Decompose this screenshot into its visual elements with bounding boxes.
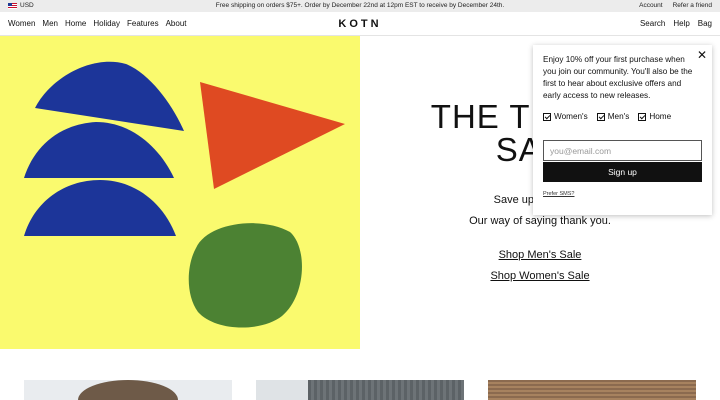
green-blob — [188, 223, 302, 328]
product-thumbnails — [0, 380, 720, 400]
product-image-2[interactable] — [256, 380, 464, 400]
popup-message: Enjoy 10% off your first purchase when y… — [543, 55, 693, 100]
blue-half-circle-top — [35, 61, 184, 132]
interest-checkboxes: Women's Men's Home — [543, 112, 671, 121]
blue-half-circle-middle — [24, 122, 174, 178]
product-image-3[interactable] — [488, 380, 696, 400]
shipping-promo: Free shipping on orders $75+. Order by D… — [215, 2, 505, 9]
checkbox-label: Women's — [554, 112, 588, 121]
bag-link[interactable]: Bag — [698, 12, 712, 36]
checkbox-checked-icon[interactable] — [638, 112, 647, 121]
refer-friend-link[interactable]: Refer a friend — [673, 0, 712, 12]
help-link[interactable]: Help — [673, 12, 689, 36]
account-link[interactable]: Account — [639, 0, 663, 12]
checkbox-home[interactable]: Home — [638, 112, 671, 121]
checkbox-checked-icon[interactable] — [596, 112, 605, 121]
email-input[interactable] — [543, 140, 702, 161]
orange-triangle — [200, 82, 345, 189]
checkbox-label: Men's — [607, 112, 630, 121]
shop-womens-sale-link[interactable]: Shop Women's Sale — [360, 270, 720, 282]
blue-half-circle-bottom — [24, 180, 176, 236]
close-icon[interactable]: ✕ — [697, 49, 707, 61]
hero-tagline: Our way of saying thank you. — [469, 215, 611, 227]
checkbox-mens[interactable]: Men's — [596, 112, 630, 121]
checkbox-womens[interactable]: Women's — [543, 112, 588, 121]
hero-illustration — [0, 36, 360, 349]
announcement-bar: USD Free shipping on orders $75+. Order … — [0, 0, 720, 12]
search-link[interactable]: Search — [640, 12, 665, 36]
main-nav: Women Men Home Holiday Features About KO… — [0, 12, 720, 36]
site-logo[interactable]: KOTN — [0, 12, 720, 36]
checkbox-label: Home — [649, 112, 672, 121]
abstract-shapes-graphic — [24, 61, 345, 328]
shop-mens-sale-link[interactable]: Shop Men's Sale — [360, 249, 720, 261]
newsletter-popup: ✕ Enjoy 10% off your first purchase when… — [533, 45, 712, 215]
checkbox-checked-icon[interactable] — [543, 112, 551, 121]
prefer-sms-link[interactable]: Prefer SMS? — [543, 191, 574, 197]
signup-button[interactable]: Sign up — [543, 162, 702, 182]
product-image-1[interactable] — [24, 380, 232, 400]
